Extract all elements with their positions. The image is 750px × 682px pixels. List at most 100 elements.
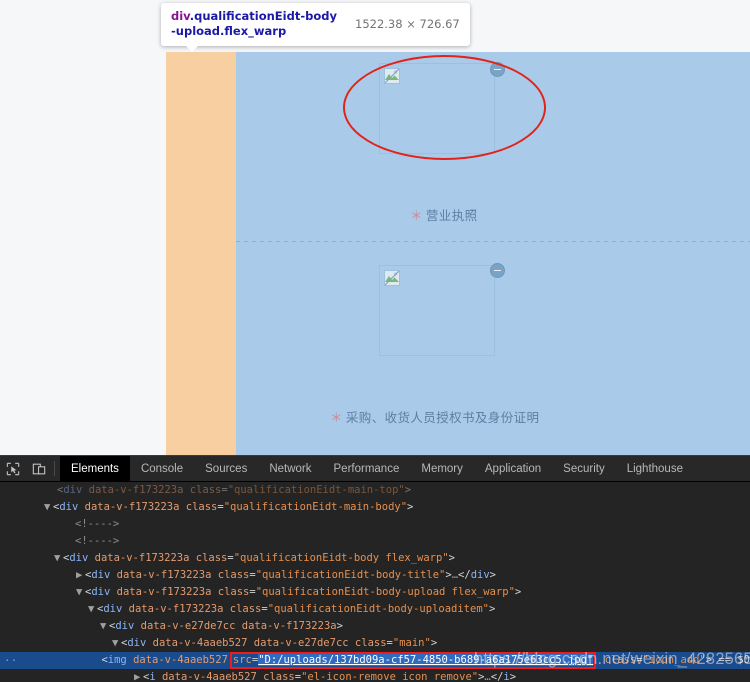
- src-attribute-highlight: src="D:/uploads/137bd09a-cf57-4850-b689-…: [229, 652, 597, 669]
- dom-token-punct: >: [489, 569, 496, 581]
- dom-token-punct: >: [514, 586, 522, 598]
- dom-tree[interactable]: < div data-v-f173223a class = "qualificatio…: [0, 482, 750, 682]
- collapsed-arrow-icon[interactable]: ▶: [76, 567, 85, 584]
- dom-tree-row[interactable]: ▼ < div data-v-f173223a class = "qualificati…: [0, 499, 750, 516]
- dom-token-tag: div: [470, 569, 490, 581]
- highlight-padding-box: [166, 52, 236, 455]
- src-attribute-name[interactable]: src: [233, 654, 252, 666]
- dom-token-attr: data-v-f173223a: [235, 620, 337, 632]
- dom-token-attr: class: [256, 671, 295, 682]
- dom-tree-row[interactable]: <!---->: [0, 533, 750, 550]
- dom-token-attr: data-v-f173223a: [110, 569, 212, 581]
- dom-tree-row[interactable]: ▶ < div data-v-f173223a class = "qualificati…: [0, 567, 750, 584]
- tab-sources[interactable]: Sources: [194, 456, 258, 481]
- tab-network[interactable]: Network: [258, 456, 322, 481]
- selected-node-marker: ··: [4, 654, 18, 667]
- upload-label-1: ＊营业执照: [410, 205, 478, 224]
- dom-token-punct: >: [430, 637, 438, 649]
- upload-label-text-2: 采购、收货人员授权书及身份证明: [345, 411, 540, 425]
- devtools-toolbar: Elements Console Sources Network Perform…: [0, 456, 750, 482]
- tab-elements[interactable]: Elements: [60, 456, 130, 481]
- dom-token-tag: div: [115, 620, 135, 632]
- dom-tree-row[interactable]: ▼ < div data-v-f173223a class = "qualificati…: [0, 584, 750, 601]
- dom-token-tag: div: [91, 586, 111, 598]
- dom-token-attr: data-v-4aaeb527: [155, 671, 257, 682]
- dom-token-attr: data-v-e27de7cc: [134, 620, 236, 632]
- dom-tree-row[interactable]: ·· < img data-v-4aaeb527 src="D:/uploads/13…: [0, 652, 750, 669]
- dom-tree-row[interactable]: <!---->: [0, 516, 750, 533]
- dom-token-attr: data-v-f173223a: [82, 484, 184, 496]
- remove-circle-icon-2[interactable]: [490, 263, 505, 278]
- tab-lighthouse[interactable]: Lighthouse: [616, 456, 694, 481]
- dom-token-val: "el-icon-remove icon_remove": [301, 671, 479, 682]
- dom-token-val: "qualificationEidt-body-uploaditem": [267, 603, 489, 615]
- devtools-panel: Elements Console Sources Network Perform…: [0, 455, 750, 682]
- dom-token-val: "qualificationEidt-main-top": [227, 484, 405, 496]
- dom-tree-row[interactable]: < div data-v-f173223a class = "qualificatio…: [0, 482, 750, 499]
- expanded-arrow-icon[interactable]: ▼: [100, 618, 109, 635]
- dom-token-attr: data-v-f173223a: [122, 603, 224, 615]
- inspected-page: ＊营业执照 ＊采购、收货人员授权书及身份证明: [0, 0, 750, 455]
- dom-token-attr: class: [179, 501, 218, 513]
- tab-memory[interactable]: Memory: [410, 456, 474, 481]
- tab-console[interactable]: Console: [130, 456, 194, 481]
- dom-token-tag: img: [107, 654, 127, 666]
- expanded-arrow-icon[interactable]: ▼: [54, 550, 63, 567]
- inspect-element-icon: [6, 462, 20, 475]
- dom-token-punct: >: [407, 501, 414, 513]
- tab-application[interactable]: Application: [474, 456, 552, 481]
- dom-token-punct: >: [509, 671, 517, 682]
- dom-token-attr: data-v-4aaeb527: [146, 637, 248, 649]
- src-attribute-value[interactable]: "D:/uploads/137bd09a-cf57-4850-b689-a6a1…: [258, 654, 594, 666]
- dom-token-val: "icon_add": [642, 654, 706, 666]
- dom-token-punct: >: [404, 484, 412, 496]
- tab-security[interactable]: Security: [552, 456, 616, 481]
- dom-token-punct: </: [458, 569, 471, 581]
- devtools-tab-bar: Elements Console Sources Network Perform…: [60, 456, 694, 481]
- broken-image-icon: [384, 270, 400, 286]
- dom-token-tag: div: [59, 501, 79, 513]
- device-toolbar-icon: [32, 463, 46, 474]
- dom-token-attr: class: [348, 637, 387, 649]
- dom-token-attr: class: [211, 569, 250, 581]
- required-star-2: ＊: [330, 411, 343, 425]
- dom-token-tag: div: [91, 569, 111, 581]
- upload-label-2: ＊采购、收货人员授权书及身份证明: [330, 407, 539, 426]
- expanded-arrow-icon[interactable]: ▼: [112, 635, 121, 652]
- device-toolbar-button[interactable]: [26, 456, 52, 481]
- dom-token-attr: data-v-e27de7cc: [247, 637, 349, 649]
- collapsed-arrow-icon[interactable]: ▶: [134, 669, 143, 682]
- dom-token-punct: >: [336, 620, 343, 632]
- dom-tree-row[interactable]: ▼ < div data-v-e27de7cc data-v-f173223a >: [0, 618, 750, 635]
- dom-token-val: "qualificationEidt-main-body": [223, 501, 408, 513]
- dom-token-comment: <!---->: [75, 535, 120, 547]
- dom-token-tag: div: [103, 603, 123, 615]
- expanded-arrow-icon[interactable]: ▼: [44, 499, 53, 516]
- dom-tree-row[interactable]: ▼ < div data-v-f173223a class = "qualificati…: [0, 601, 750, 618]
- dom-token-attr: data-v-4aaeb527: [126, 654, 228, 666]
- toolbar-divider: [54, 461, 55, 476]
- dom-token-punct: >: [488, 603, 496, 615]
- dom-token-attr: class: [211, 586, 250, 598]
- dom-tree-row[interactable]: ▼ < div data-v-f173223a class = "qualificati…: [0, 550, 750, 567]
- dom-token-attr: class: [223, 603, 262, 615]
- dom-token-tag: div: [127, 637, 147, 649]
- annotation-ellipse: [343, 55, 546, 160]
- dom-token-attr: data-v-f173223a: [110, 586, 212, 598]
- dom-tree-row[interactable]: ▶ < i data-v-4aaeb527 class = "el-icon-remov…: [0, 669, 750, 682]
- dom-token-punct: >: [448, 552, 455, 564]
- expanded-arrow-icon[interactable]: ▼: [76, 584, 85, 601]
- upload-label-text-1: 营业执照: [425, 209, 478, 223]
- inspect-element-button[interactable]: [0, 456, 26, 481]
- dom-token-val: "qualificationEidt-body-title": [255, 569, 446, 581]
- dom-token-val: "qualificationEidt-body-upload flex_warp…: [255, 586, 515, 598]
- required-star-1: ＊: [410, 209, 423, 223]
- dom-token-attr: class: [598, 654, 637, 666]
- dom-token-attr: class: [183, 484, 222, 496]
- upload-preview-box-2[interactable]: [379, 265, 495, 356]
- dom-token-attr: data-v-f173223a: [78, 501, 180, 513]
- dom-tree-row[interactable]: ▼ < div data-v-4aaeb527 data-v-e27de7cc cl…: [0, 635, 750, 652]
- tab-performance[interactable]: Performance: [323, 456, 411, 481]
- tooltip-dimensions: 1522.38 × 726.67: [355, 17, 460, 31]
- expanded-arrow-icon[interactable]: ▼: [88, 601, 97, 618]
